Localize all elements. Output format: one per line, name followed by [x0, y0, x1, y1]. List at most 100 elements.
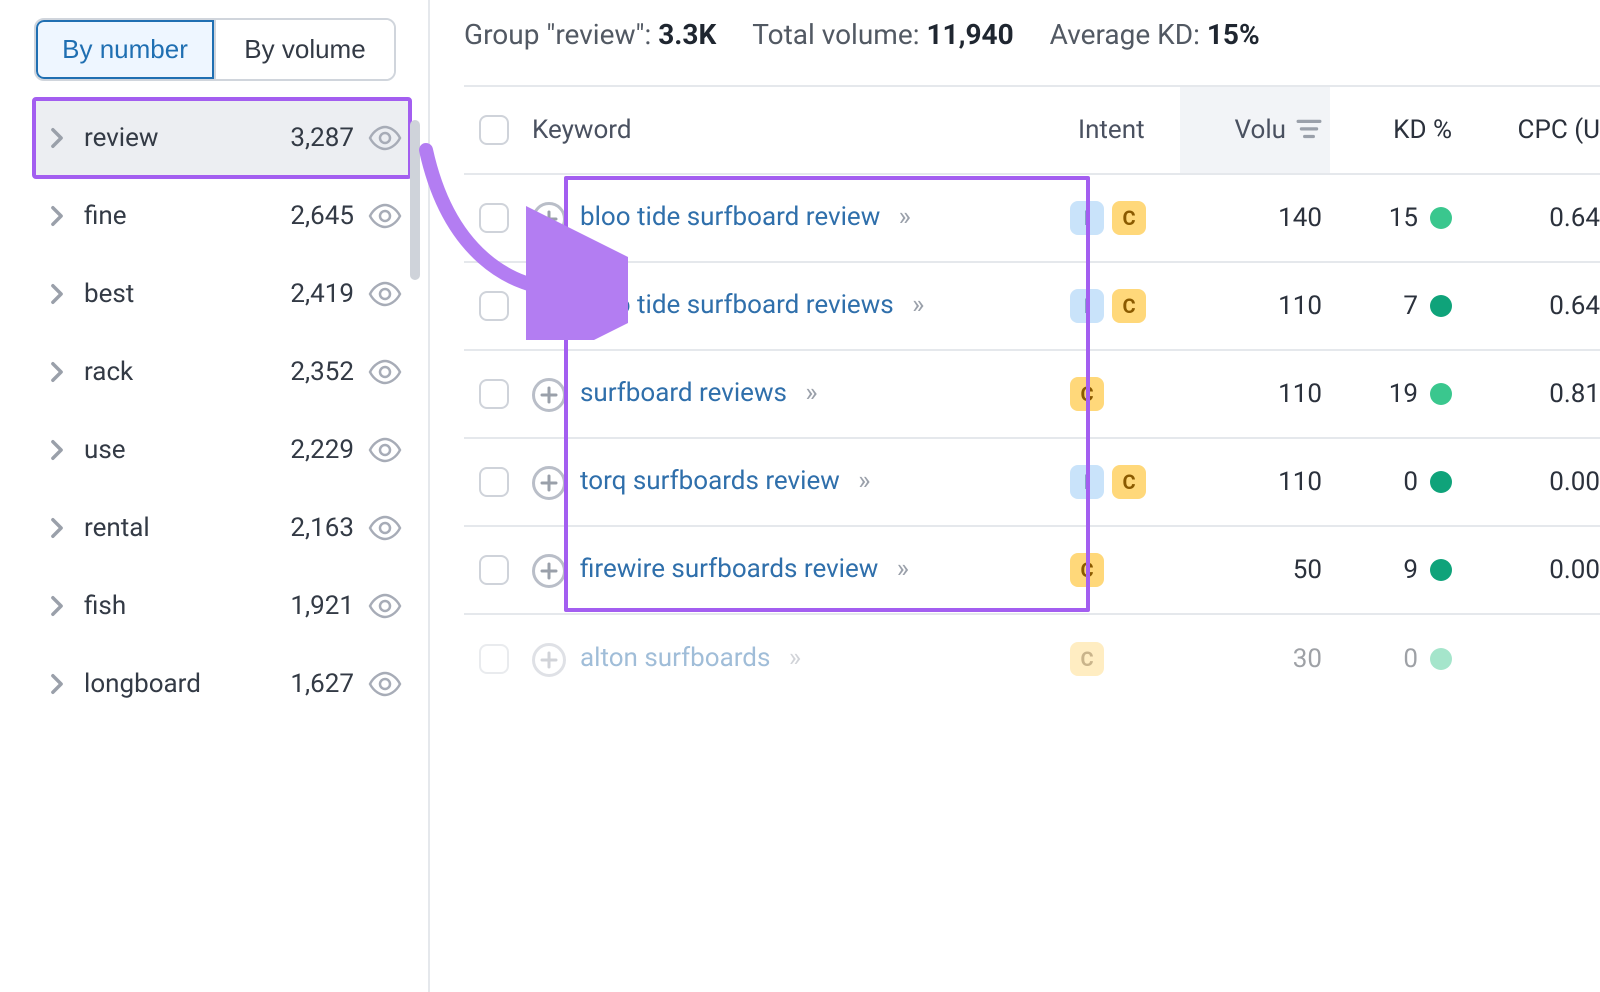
- select-all-checkbox[interactable]: [479, 115, 509, 145]
- eye-icon[interactable]: [368, 667, 402, 701]
- main-panel: Group "review": 3.3K Total volume: 11,94…: [430, 0, 1600, 992]
- row-checkbox[interactable]: [479, 555, 509, 585]
- intent-chip-c: C: [1112, 465, 1146, 499]
- kd-dot-icon: [1430, 207, 1452, 229]
- col-cpc[interactable]: CPC (U: [1460, 115, 1600, 145]
- col-kd[interactable]: KD %: [1330, 115, 1460, 145]
- volume-cell: 50: [1180, 555, 1330, 585]
- intent-chip-i: I: [1070, 465, 1104, 499]
- group-list: review 3,287 fine 2,645 best2,419 rack 2,352 us…: [34, 99, 410, 723]
- intent-chip-c: C: [1112, 289, 1146, 323]
- eye-icon[interactable]: [368, 589, 402, 623]
- intent-chip-i: I: [1070, 201, 1104, 235]
- cpc-cell: 0.81: [1460, 379, 1600, 409]
- eye-icon[interactable]: [368, 121, 402, 155]
- intent-cell: C: [1070, 377, 1180, 411]
- row-checkbox[interactable]: [479, 467, 509, 497]
- row-checkbox[interactable]: [479, 379, 509, 409]
- kd-cell: 19: [1330, 379, 1460, 409]
- chevron-double-right-icon: »: [787, 378, 820, 408]
- expand-icon[interactable]: [532, 554, 566, 588]
- group-count: 1,921: [268, 591, 354, 621]
- table-row: bloo tide surfboard reviews »IC11070.64: [464, 263, 1600, 351]
- keyword-cell: alton surfboards »: [524, 623, 1070, 695]
- keyword-link[interactable]: alton surfboards »: [580, 641, 803, 676]
- keyword-link[interactable]: firewire surfboards review »: [580, 552, 911, 587]
- intent-cell: IC: [1070, 465, 1180, 499]
- keyword-link[interactable]: surfboard reviews »: [580, 376, 820, 411]
- col-intent[interactable]: Intent: [1070, 115, 1180, 145]
- tab-by-number[interactable]: By number: [36, 20, 216, 79]
- group-row-use[interactable]: use 2,229: [34, 411, 410, 489]
- volume-cell: 30: [1180, 644, 1330, 674]
- table-row: bloo tide surfboard review »IC140150.64: [464, 175, 1600, 263]
- col-keyword[interactable]: Keyword: [524, 115, 1070, 145]
- group-name: fine: [84, 201, 254, 231]
- group-count: 2,645: [268, 201, 354, 231]
- sort-desc-icon: [1296, 119, 1322, 141]
- group-row-best[interactable]: best2,419: [34, 255, 410, 333]
- group-count: 2,229: [268, 435, 354, 465]
- expand-icon[interactable]: [532, 202, 566, 236]
- row-checkbox[interactable]: [479, 644, 509, 674]
- group-count: 2,419: [268, 279, 354, 309]
- group-name: rack: [84, 357, 254, 387]
- row-checkbox[interactable]: [479, 291, 509, 321]
- volume-cell: 140: [1180, 203, 1330, 233]
- eye-icon[interactable]: [368, 199, 402, 233]
- summary-volume: Total volume: 11,940: [752, 18, 1013, 51]
- volume-cell: 110: [1180, 467, 1330, 497]
- chevron-double-right-icon: »: [878, 554, 911, 584]
- summary-bar: Group "review": 3.3K Total volume: 11,94…: [464, 18, 1600, 51]
- eye-icon[interactable]: [368, 433, 402, 467]
- kd-dot-icon: [1430, 383, 1452, 405]
- chevron-right-icon: [44, 437, 70, 463]
- group-name: rental: [84, 513, 254, 543]
- cpc-cell: 0.00: [1460, 467, 1600, 497]
- intent-chip-c: C: [1070, 642, 1104, 676]
- sidebar: By number By volume review 3,287 fine 2,645…: [0, 0, 430, 992]
- row-checkbox[interactable]: [479, 203, 509, 233]
- eye-icon[interactable]: [368, 277, 402, 311]
- kd-cell: 15: [1330, 203, 1460, 233]
- group-count: 1,627: [268, 669, 354, 699]
- kd-cell: 0: [1330, 467, 1460, 497]
- intent-cell: IC: [1070, 201, 1180, 235]
- chevron-right-icon: [44, 593, 70, 619]
- intent-chip-i: I: [1070, 289, 1104, 323]
- eye-icon[interactable]: [368, 511, 402, 545]
- group-name: fish: [84, 591, 254, 621]
- group-row-fine[interactable]: fine 2,645: [34, 177, 410, 255]
- group-row-rack[interactable]: rack 2,352: [34, 333, 410, 411]
- kd-dot-icon: [1430, 471, 1452, 493]
- table-row: torq surfboards review »IC11000.00: [464, 439, 1600, 527]
- intent-chip-c: C: [1070, 377, 1104, 411]
- keyword-link[interactable]: torq surfboards review »: [580, 464, 872, 499]
- keyword-link[interactable]: bloo tide surfboard reviews »: [580, 288, 926, 323]
- group-row-rental[interactable]: rental2,163: [34, 489, 410, 567]
- table-body: bloo tide surfboard review »IC140150.64b…: [464, 175, 1600, 703]
- group-count: 3,287: [268, 123, 354, 153]
- group-name: review: [84, 123, 254, 153]
- group-row-review[interactable]: review 3,287: [34, 99, 410, 177]
- group-count: 2,352: [268, 357, 354, 387]
- kd-dot-icon: [1430, 559, 1452, 581]
- group-row-longboard[interactable]: longboard1,627: [34, 645, 410, 723]
- table-header: Keyword Intent Volu KD % CPC (U: [464, 87, 1600, 175]
- expand-icon[interactable]: [532, 643, 566, 677]
- group-row-fish[interactable]: fish 1,921: [34, 567, 410, 645]
- kd-cell: 7: [1330, 291, 1460, 321]
- volume-cell: 110: [1180, 379, 1330, 409]
- scrollbar-thumb[interactable]: [410, 120, 420, 280]
- eye-icon[interactable]: [368, 355, 402, 389]
- cpc-cell: 0.64: [1460, 291, 1600, 321]
- tab-by-volume[interactable]: By volume: [216, 20, 394, 79]
- keyword-cell: bloo tide surfboard review »: [524, 182, 1070, 254]
- expand-icon[interactable]: [532, 290, 566, 324]
- expand-icon[interactable]: [532, 378, 566, 412]
- group-name: use: [84, 435, 254, 465]
- table-row: firewire surfboards review »C5090.00: [464, 527, 1600, 615]
- keyword-link[interactable]: bloo tide surfboard review »: [580, 200, 913, 235]
- col-volume[interactable]: Volu: [1180, 87, 1330, 173]
- expand-icon[interactable]: [532, 466, 566, 500]
